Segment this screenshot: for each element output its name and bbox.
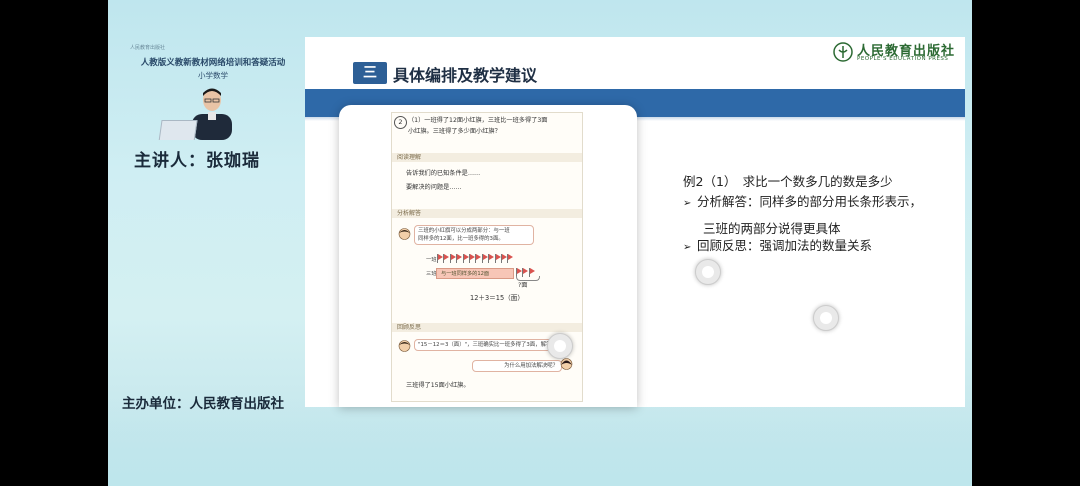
row-label-class1: 一班 [426, 257, 437, 263]
hint-bubble-1-line-2: 同样多的12面，比一班多得的3面。 [418, 236, 504, 242]
phase-read-line-2: 要解决的问题是…… [406, 184, 462, 191]
red-flag-icon [444, 254, 450, 260]
pep-logo: 人民教育出版社 PEOPLE'S EDUCATION PRESS [833, 41, 961, 65]
bullet-arrow-icon: ➢ [683, 198, 692, 209]
phase-read-line-1: 告诉我们的已知条件是…… [406, 170, 481, 177]
hint-bubble-1: 三班的小红旗可以分成两部分：与一班 同样多的12面，比一班多得的3面。 [414, 225, 534, 245]
red-flag-icon [450, 254, 456, 260]
slide-header: 三 具体编排及教学建议 人民教育出版社 PEOPLE'S EDUCATION P… [305, 37, 965, 89]
pointer-circle-1[interactable] [695, 259, 721, 285]
phase-solve-label: 分析解答 [397, 210, 422, 217]
publisher-small-label: 人民教育出版社 [130, 45, 166, 51]
red-flag-icon [470, 254, 475, 260]
girl-avatar-icon [560, 358, 573, 370]
pointer-circle-2[interactable] [813, 305, 839, 331]
answer-line: 三班得了15面小红旗。 [406, 382, 470, 389]
red-flag-icon [502, 254, 507, 260]
boy-avatar-icon [398, 228, 411, 240]
phase-read-label: 阅读理解 [397, 154, 422, 161]
slide-title: 具体编排及教学建议 [393, 66, 538, 85]
red-flag-icon [495, 254, 501, 260]
textbook-page: 2 （1）一班得了12面小红旗，三班比一班多得了3面 小红旗。三班得了多少面小红… [391, 112, 583, 402]
problem-line-1: （1）一班得了12面小红旗，三班比一班多得了3面 [408, 117, 548, 124]
red-flag-icon [517, 268, 522, 274]
section-number: 三 [363, 65, 377, 81]
sponsor-label: 主办单位：人民教育出版社 [122, 396, 284, 412]
hint-bubble-3: 为什么用加法解决呢？ [472, 360, 562, 372]
lecturer-name: 主讲人：张珈瑞 [134, 151, 260, 171]
phase-read: 阅读理解 [392, 153, 582, 162]
equation: 12＋3＝15（面） [470, 294, 524, 302]
red-flag-icon [508, 254, 514, 260]
red-flag-icon [463, 254, 469, 260]
red-flag-icon [523, 268, 529, 274]
boy-avatar-icon [398, 340, 411, 352]
red-flag-icon [457, 254, 463, 260]
pointer-circle-3[interactable] [547, 333, 573, 359]
red-flag-icon [482, 254, 488, 260]
event-subject: 小学数学 [198, 71, 228, 80]
problem-number: 2 [394, 116, 407, 129]
phase-solve: 分析解答 [392, 209, 582, 218]
meeting-screen: 人民教育出版社 人教版义教新教材网络培训和答疑活动 小学数学 主讲人：张珈瑞 主… [108, 0, 972, 486]
same-amount-bar: 与一班同样多的12面 [436, 268, 514, 279]
laptop-icon [158, 120, 198, 140]
note-bullet-2: ➢ 回顾反思：强调加法的数量关系 [683, 235, 872, 259]
pep-logo-icon [833, 42, 853, 62]
red-flag-icon [489, 254, 495, 260]
row-label-class3: 三班 [426, 271, 437, 277]
red-flag-icon [529, 268, 535, 274]
logo-text-en: PEOPLE'S EDUCATION PRESS [857, 56, 949, 62]
event-title: 人教版义教新教材网络培训和答疑活动 [140, 58, 286, 68]
phase-review-label: 回顾反思 [397, 324, 422, 331]
problem-line-2: 小红旗。三班得了多少面小红旗？ [408, 128, 501, 135]
lecturer-video[interactable] [114, 84, 300, 140]
phase-review: 回顾反思 [392, 323, 582, 332]
example-title: 例2（1） 求比一个数多几的数是多少 [683, 174, 893, 189]
note-bullet-1-text: 分析解答：同样多的部分用长条形表示， [697, 194, 923, 209]
textbook-card: 2 （1）一班得了12面小红旗，三班比一班多得了3面 小红旗。三班得了多少面小红… [339, 105, 637, 407]
same-amount-bar-label: 与一班同样多的12面 [441, 271, 490, 277]
red-flag-icon [438, 254, 443, 260]
note-bullet-2-text: 回顾反思：强调加法的数量关系 [697, 238, 873, 253]
brace-label: ?面 [518, 282, 528, 289]
bullet-arrow-icon: ➢ [683, 242, 692, 253]
section-badge: 三 [353, 62, 387, 84]
presentation-slide: 三 具体编排及教学建议 人民教育出版社 PEOPLE'S EDUCATION P… [305, 37, 965, 407]
red-flag-icon [476, 254, 482, 260]
hint-bubble-1-line-1: 三班的小红旗可以分成两部分：与一班 [418, 228, 510, 234]
note-bullet-1: ➢ 分析解答：同样多的部分用长条形表示， [683, 191, 922, 215]
